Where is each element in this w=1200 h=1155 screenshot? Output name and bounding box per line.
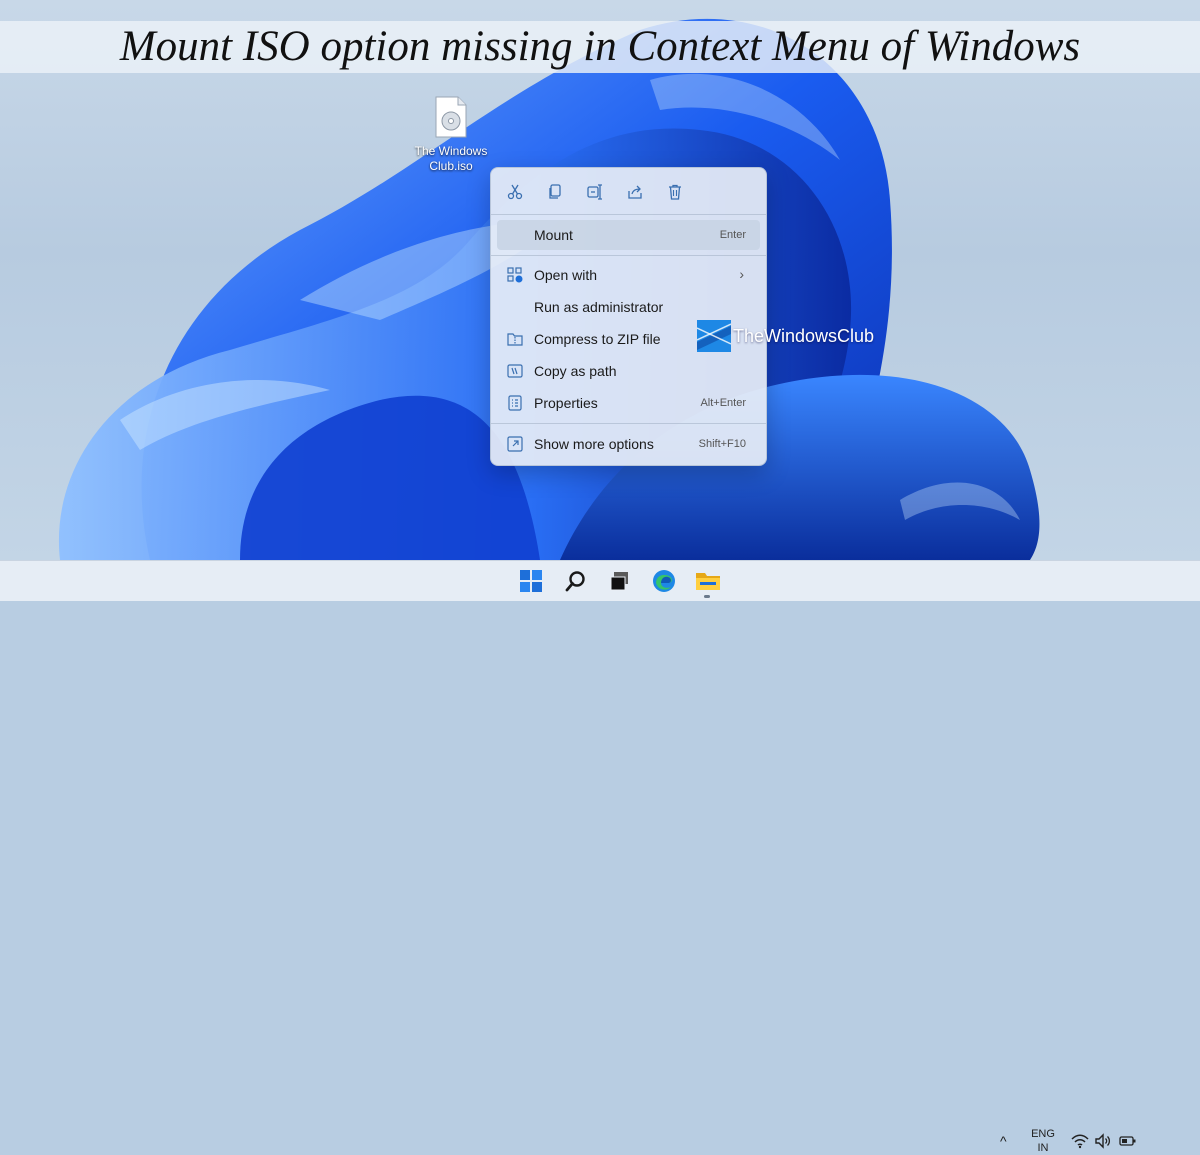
- copy-button[interactable]: [542, 179, 568, 205]
- chevron-right-icon: ›: [739, 266, 744, 282]
- start-button[interactable]: [516, 567, 546, 595]
- windows-logo-icon: [697, 320, 731, 352]
- menu-item-copy-as-path[interactable]: Copy as path: [497, 356, 760, 386]
- file-explorer-icon: [696, 573, 720, 590]
- menu-item-open-with[interactable]: Open with ›: [497, 260, 760, 290]
- menu-item-label: Compress to ZIP file: [534, 331, 661, 347]
- cut-icon: [507, 184, 523, 200]
- zip-folder-icon: [507, 333, 523, 346]
- desktop-icon-iso[interactable]: The Windows Club.iso: [408, 96, 494, 174]
- desktop-icon-label: The Windows Club.iso: [414, 144, 488, 173]
- watermark-text: TheWindowsClub: [733, 326, 875, 346]
- menu-item-shortcut: Enter: [719, 229, 746, 241]
- context-menu: Mount Enter Open with › Run as administr…: [490, 167, 767, 466]
- tray-overflow-chevron[interactable]: ^: [1000, 1133, 1007, 1149]
- battery-icon[interactable]: [1119, 1133, 1137, 1149]
- taskbar: ^ ENG IN: [0, 560, 1200, 1154]
- menu-item-show-more-options[interactable]: Show more options Shift+F10: [497, 429, 760, 459]
- menu-item-run-as-admin[interactable]: Run as administrator: [497, 292, 760, 322]
- more-options-icon: [507, 436, 523, 452]
- share-icon: [628, 185, 642, 199]
- file-explorer-button[interactable]: [693, 567, 723, 595]
- menu-item-label: Show more options: [534, 436, 654, 452]
- menu-item-label: Mount: [534, 227, 573, 243]
- desktop: Mount ISO option missing in Context Menu…: [0, 0, 1200, 560]
- page-title: Mount ISO option missing in Context Menu…: [119, 23, 1081, 70]
- menu-separator: [491, 255, 766, 256]
- menu-separator: [491, 423, 766, 424]
- menu-item-mount[interactable]: Mount Enter: [497, 220, 760, 250]
- task-view-button[interactable]: [605, 567, 635, 595]
- menu-item-properties[interactable]: Properties Alt+Enter: [497, 388, 760, 418]
- quick-actions-bar: [491, 168, 766, 214]
- open-with-icon: [507, 267, 523, 283]
- share-button[interactable]: [622, 179, 648, 205]
- cut-button[interactable]: [502, 179, 528, 205]
- menu-item-label: Open with: [534, 267, 598, 283]
- rename-button[interactable]: [582, 179, 608, 205]
- delete-button[interactable]: [662, 179, 688, 205]
- rename-icon: [587, 184, 602, 200]
- task-view-icon: [610, 572, 628, 591]
- language-indicator[interactable]: ENG IN: [1028, 1127, 1058, 1155]
- menu-item-shortcut: Alt+Enter: [700, 397, 746, 409]
- file-explorer-running-indicator: [704, 595, 710, 598]
- delete-icon: [669, 184, 681, 200]
- iso-file-icon: [435, 96, 467, 138]
- language-code: ENG: [1031, 1128, 1055, 1140]
- region-code: IN: [1037, 1142, 1049, 1154]
- copy-icon: [549, 184, 561, 199]
- edge-button[interactable]: [649, 567, 679, 595]
- search-button[interactable]: [561, 567, 591, 595]
- properties-icon: [508, 395, 522, 411]
- copy-path-icon: [507, 364, 523, 378]
- start-icon: [520, 570, 542, 592]
- menu-item-label: Run as administrator: [534, 299, 664, 315]
- edge-icon: [653, 570, 675, 592]
- menu-item-shortcut: Shift+F10: [698, 438, 746, 450]
- menu-separator: [491, 214, 766, 215]
- volume-icon[interactable]: [1094, 1133, 1112, 1149]
- menu-item-label: Properties: [534, 395, 598, 411]
- wifi-icon[interactable]: [1071, 1133, 1089, 1149]
- menu-item-label: Copy as path: [534, 363, 617, 379]
- search-icon: [565, 571, 585, 592]
